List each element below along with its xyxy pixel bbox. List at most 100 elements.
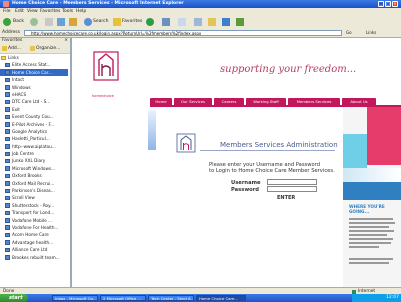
favorites-item[interactable]: Brookes rebuilt team... <box>0 254 68 261</box>
nav-about-us[interactable]: About Us <box>342 98 376 105</box>
favorites-item[interactable]: Shutterstock - Roy... <box>0 202 68 209</box>
favorites-item[interactable]: Hasletti_Particul... <box>0 135 68 142</box>
favorites-item[interactable]: Junko XXL Diary <box>0 157 68 164</box>
sidebar-text-line <box>349 226 389 228</box>
tools-icon[interactable] <box>236 18 244 26</box>
favorites-item[interactable]: Event County Cou... <box>0 113 68 120</box>
favorites-item[interactable]: Job Centre <box>0 150 68 157</box>
organize-icon[interactable] <box>30 46 35 51</box>
decorative-blue-block <box>343 182 401 200</box>
window-title: Home Choice Care - Members Services - Mi… <box>12 1 184 6</box>
favorites-item[interactable]: Oxford Brooks <box>0 172 68 179</box>
forward-arrow-icon[interactable] <box>30 18 38 26</box>
members-logo-icon <box>176 133 196 153</box>
favorites-item[interactable]: Intact <box>0 76 68 83</box>
page-icon <box>5 225 10 230</box>
favorites-item-label: Hasletti_Particul... <box>12 136 50 142</box>
stop-icon[interactable] <box>45 18 53 26</box>
favorites-item[interactable]: Google Analytics <box>0 128 68 135</box>
favorites-item[interactable]: Alliance Care Ltd <box>0 246 68 253</box>
menu-file[interactable]: File <box>3 9 11 14</box>
maximize-icon[interactable]: □ <box>385 1 391 7</box>
refresh-icon[interactable] <box>57 18 65 26</box>
back-arrow-icon[interactable] <box>3 18 11 26</box>
enter-button[interactable]: ENTER <box>277 195 295 201</box>
links-button[interactable]: Links <box>366 30 376 35</box>
add-favorite-button[interactable]: Add... <box>8 46 21 51</box>
favorites-item[interactable]: Vodafone Mobile ... <box>0 217 68 224</box>
taskbar-item-homechoice[interactable]: Home Choice Care... <box>196 295 246 301</box>
favorites-item[interactable]: E-Pilot Archives - F... <box>0 121 68 128</box>
add-favorite-icon[interactable] <box>2 46 7 51</box>
nav-careers[interactable]: Careers <box>214 98 244 105</box>
sidebar-text-line <box>349 262 389 264</box>
nav-working-staff[interactable]: Working Staff <box>246 98 286 105</box>
go-button[interactable]: Go <box>346 30 360 36</box>
decorative-cyan-block <box>343 134 367 168</box>
favorites-item[interactable]: Microsoft Windows... <box>0 165 68 172</box>
favorites-item[interactable]: eHACS <box>0 91 68 98</box>
favorites-item[interactable]: Transport for Lond... <box>0 209 68 216</box>
favorites-item[interactable]: Exit <box>0 106 68 113</box>
favorites-item[interactable]: Home Choice Car... <box>0 68 68 77</box>
favorites-button-label[interactable]: Favorites <box>122 18 142 26</box>
media-icon[interactable] <box>146 18 154 26</box>
print-icon[interactable] <box>194 18 202 26</box>
search-icon[interactable] <box>84 18 92 26</box>
favorites-item-label: Microsoft Windows... <box>12 165 56 171</box>
favorites-star-icon[interactable] <box>113 18 121 26</box>
title-divider <box>200 150 335 151</box>
page-icon <box>5 99 10 105</box>
favorites-item[interactable]: Parkinson's Diseas... <box>0 187 68 194</box>
favorites-item[interactable]: Elite Access Stat... <box>0 61 68 68</box>
sidebar-text-line <box>349 234 387 236</box>
taskbar-item-techcenter[interactable]: Tech Center - Send A... <box>148 295 194 301</box>
favorites-item[interactable]: Advantage health... <box>0 239 68 246</box>
taskbar-item-outlook[interactable]: Inbox - Microsoft Ou... <box>52 295 98 301</box>
menu-favorites[interactable]: Favorites <box>40 9 60 14</box>
back-button-label[interactable]: Back <box>13 18 24 26</box>
start-button[interactable]: start <box>0 294 28 302</box>
window-titlebar[interactable]: Home Choice Care - Members Services - Mi… <box>0 0 401 8</box>
search-button-label[interactable]: Search <box>93 18 108 26</box>
menu-help[interactable]: Help <box>76 9 86 14</box>
taskbar-item-office[interactable]: 2 Microsoft Office ... <box>100 295 146 301</box>
username-input[interactable] <box>267 179 317 185</box>
home-icon[interactable] <box>69 18 77 26</box>
nav-our-services[interactable]: Our Services <box>174 98 212 105</box>
favorites-item[interactable]: http--www.aiplatou... <box>0 143 68 150</box>
favorites-item-label: eHACS <box>12 91 27 97</box>
page-icon <box>5 247 10 253</box>
favorites-item[interactable]: DTC Care Ltd - S... <box>0 98 68 105</box>
menu-view[interactable]: View <box>27 9 38 14</box>
nav-home[interactable]: Home <box>150 98 172 105</box>
favorites-item[interactable]: Acorn Home Care <box>0 231 68 238</box>
favorites-folder[interactable]: Links <box>0 54 68 61</box>
mail-icon[interactable] <box>178 18 186 26</box>
messenger-icon[interactable] <box>222 18 230 26</box>
homechoice-logo-icon[interactable] <box>90 50 122 92</box>
nav-members-services[interactable]: Members Services <box>288 98 340 105</box>
favorites-item-label: Windows <box>12 84 31 90</box>
sidebar-title: WHERE YOU'RE GOING... <box>349 204 385 214</box>
close-icon[interactable]: × <box>392 1 398 7</box>
favorites-item[interactable]: Vodafone For Health... <box>0 224 68 231</box>
favorites-item[interactable]: Windows <box>0 84 68 91</box>
folder-icon[interactable] <box>208 18 216 26</box>
favorites-item[interactable]: Oxford Mail Recrui... <box>0 180 68 187</box>
organize-button[interactable]: Organize... <box>36 46 60 51</box>
favorites-item-label: Acorn Home Care <box>12 232 49 238</box>
minimize-icon[interactable]: _ <box>378 1 384 7</box>
system-tray: 12:07 <box>352 294 401 302</box>
password-input[interactable] <box>267 186 317 192</box>
page-icon <box>5 129 10 134</box>
menu-tools[interactable]: Tools <box>62 9 73 14</box>
favorites-item[interactable]: Scroll View <box>0 194 68 201</box>
favorites-list: Links Elite Access Stat... Home Choice Car… <box>0 54 68 287</box>
address-input[interactable]: http://www.homechoicecare.co.uk/login.as… <box>24 30 342 36</box>
page-icon <box>5 158 10 164</box>
clock[interactable]: 12:07 <box>386 295 399 300</box>
history-icon[interactable] <box>162 18 170 26</box>
menu-edit[interactable]: Edit <box>15 9 24 14</box>
password-label: Password <box>231 187 259 193</box>
